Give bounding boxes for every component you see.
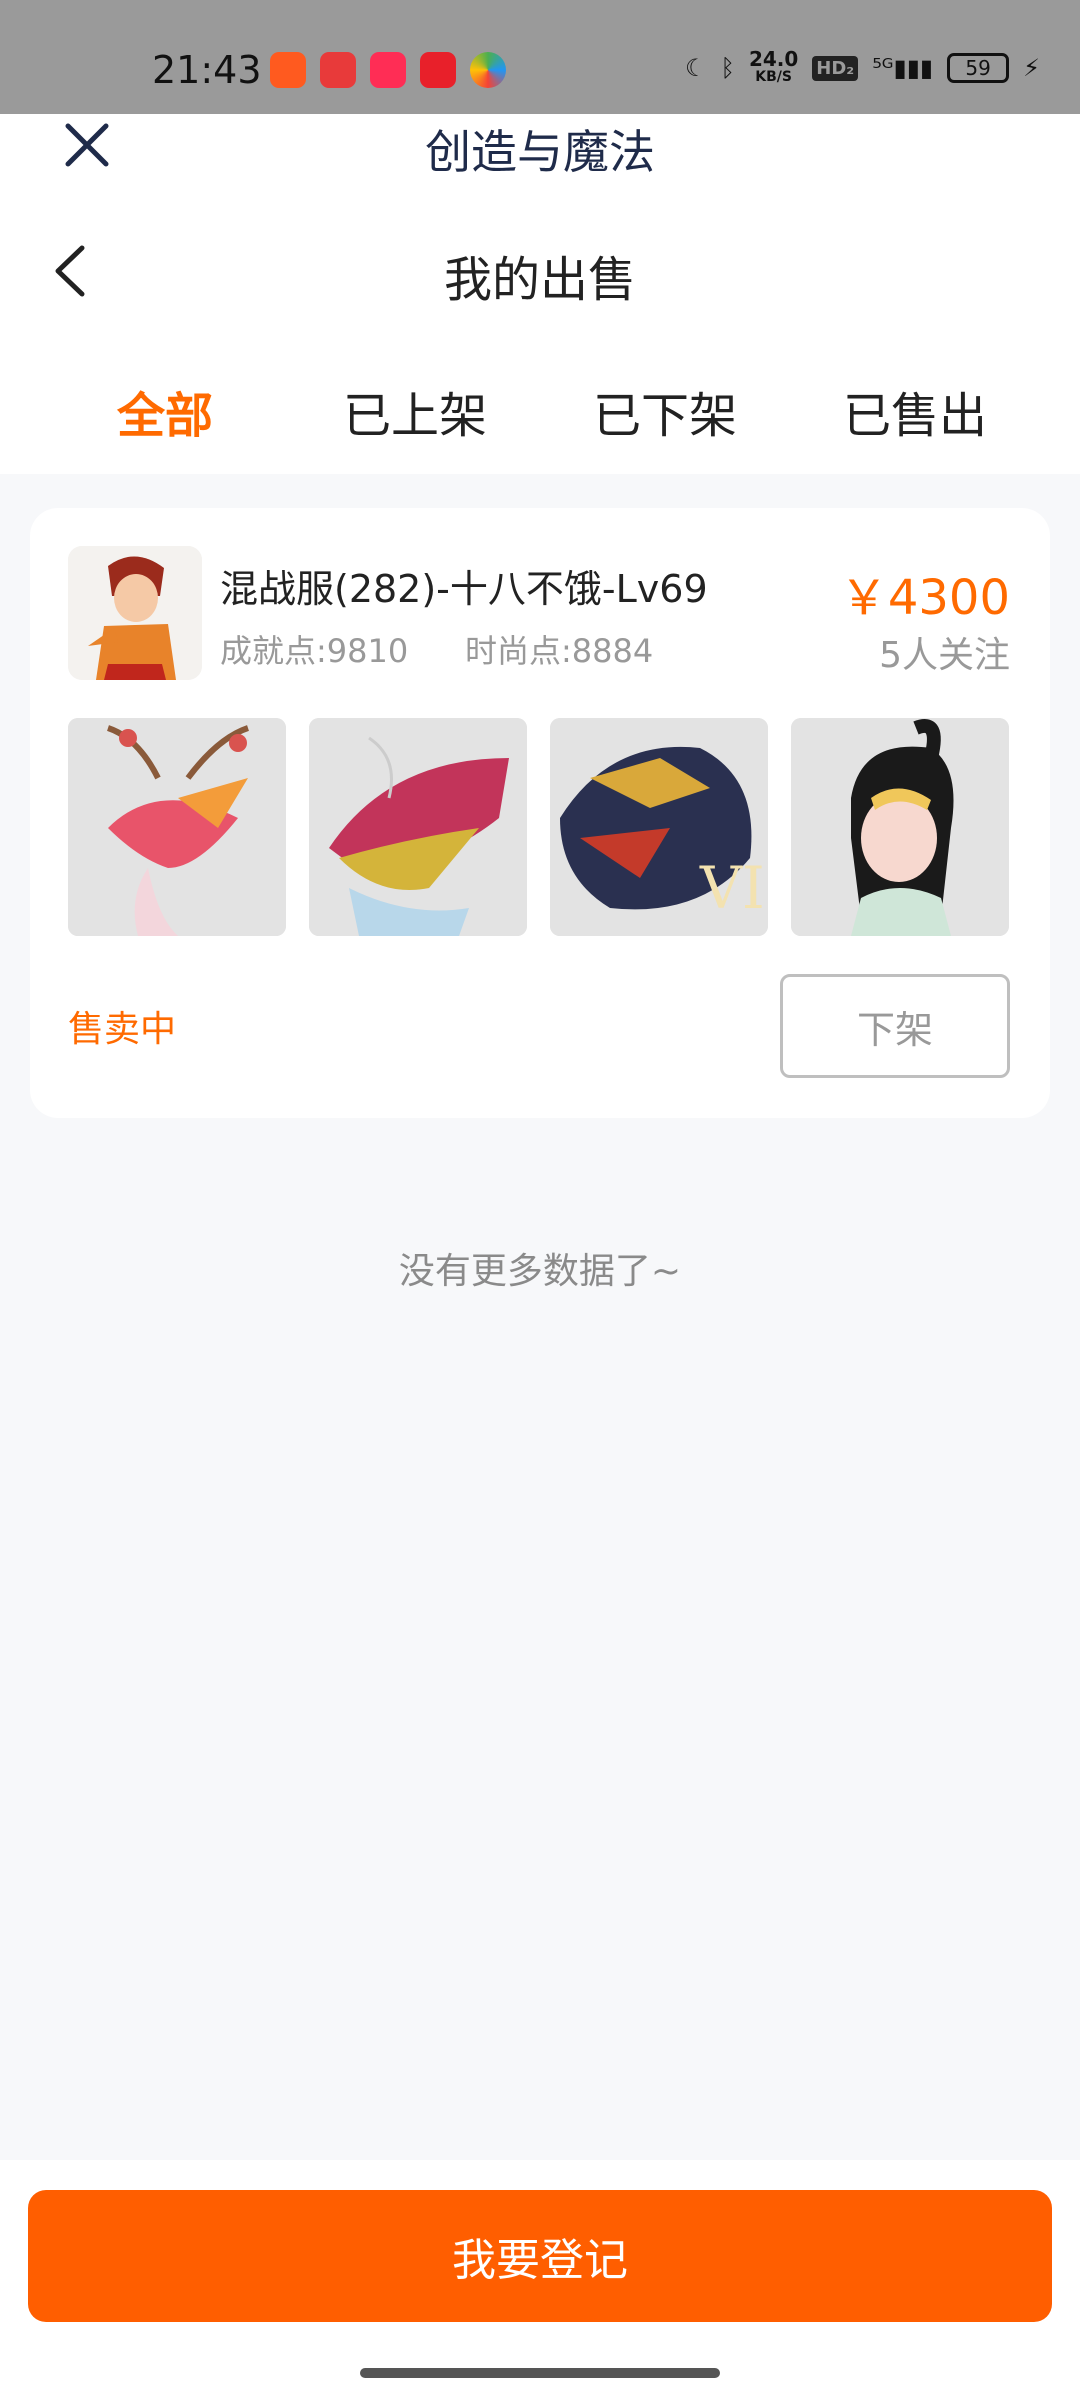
tab-listed[interactable]: 已上架 [290, 376, 540, 446]
listing-title: 混战服(282)-十八不饿-Lv69 [220, 567, 708, 611]
browser-app-icon [470, 52, 506, 88]
page-title: 我的出售 [443, 252, 636, 308]
app-notification-icon [270, 52, 306, 88]
system-icons: ☾ ᛒ 24.0 KB/S HD₂ ⁵ᴳ▮▮▮ 59 ⚡ [685, 47, 1040, 86]
hd-icon: HD₂ [812, 55, 859, 81]
status-bar: 21:43 ☾ ᛒ 24.0 KB/S HD₂ ⁵ᴳ▮▮▮ 59 ⚡ [0, 0, 1080, 114]
follower-count: 5人关注 [879, 635, 1010, 676]
character-avatar [68, 546, 202, 680]
home-indicator[interactable] [360, 2368, 720, 2378]
notification-icons [270, 52, 506, 88]
battery-icon: 59 [947, 53, 1010, 83]
video-app-icon [420, 52, 456, 88]
network-speed: 24.0 KB/S [748, 47, 799, 85]
svg-text:VI: VI [699, 854, 765, 922]
tab-sold[interactable]: 已售出 [790, 376, 1040, 446]
signal-icon: ⁵ᴳ▮▮▮ [872, 54, 934, 82]
achievement-points: 成就点:9810 [220, 632, 409, 670]
status-time: 21:43 [152, 48, 262, 92]
thumbnail-dark-dragon[interactable]: VI [550, 718, 768, 936]
tab-bar: 全部 已上架 已下架 已售出 [0, 376, 1080, 446]
fashion-points: 时尚点:8884 [465, 632, 654, 670]
no-more-data: 没有更多数据了~ [398, 1251, 682, 1292]
listing-status: 售卖中 [68, 1009, 177, 1050]
listing-card[interactable]: 混战服(282)-十八不饿-Lv69 成就点:9810 时尚点:8884 ￥43… [30, 508, 1050, 1118]
charging-icon: ⚡ [1023, 54, 1040, 82]
video-app-icon [370, 52, 406, 88]
moon-icon: ☾ [685, 54, 707, 82]
unlist-button[interactable]: 下架 [780, 974, 1010, 1078]
app-title: 创造与魔法 [425, 125, 655, 179]
app-notification-icon [320, 52, 356, 88]
thumbnail-girl-character[interactable] [791, 718, 1009, 936]
thumbnail-deer-dragon[interactable] [68, 718, 286, 936]
listing-price: ￥4300 [839, 570, 1010, 626]
tab-unlisted[interactable]: 已下架 [540, 376, 790, 446]
item-thumbnails: VI [68, 718, 1009, 936]
register-button[interactable]: 我要登记 [28, 2190, 1052, 2322]
tab-all[interactable]: 全部 [40, 376, 290, 446]
bluetooth-icon: ᛒ [720, 54, 735, 82]
thumbnail-red-dragon[interactable] [309, 718, 527, 936]
